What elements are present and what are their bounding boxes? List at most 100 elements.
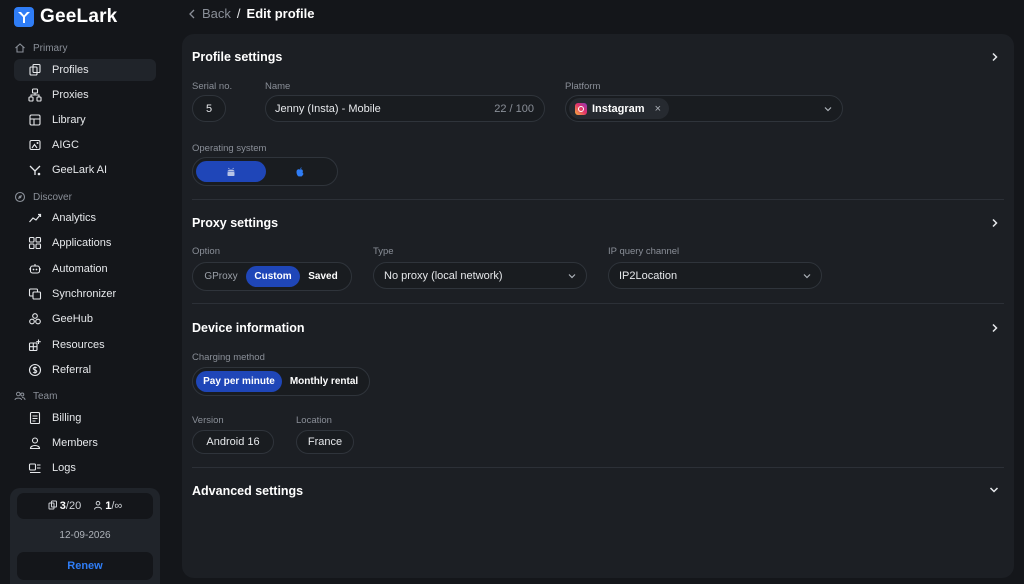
android-icon <box>227 167 235 176</box>
sidebar-item-label: AIGC <box>52 139 79 151</box>
breadcrumb-separator: / <box>236 6 241 21</box>
members-icon <box>29 437 41 450</box>
plan-expiry-date: 12-09-2026 <box>59 530 111 541</box>
sidebar-item-resources[interactable]: Resources <box>14 334 156 356</box>
sidebar-item-library[interactable]: Library <box>14 109 156 131</box>
sidebar-item-label: Automation <box>52 263 108 275</box>
platform-value: Instagram <box>592 102 645 115</box>
proxies-icon <box>28 88 42 102</box>
section-team: Team <box>14 390 57 402</box>
proxy-option-saved[interactable]: Saved <box>300 266 346 287</box>
sidebar-item-geehub[interactable]: GeeHub <box>14 308 156 330</box>
section-divider <box>192 467 1004 468</box>
charging-option-monthly-rental[interactable]: Monthly rental <box>282 371 366 392</box>
location-value[interactable]: France <box>296 430 354 454</box>
name-label: Name <box>265 81 291 92</box>
chevron-left-icon <box>189 9 195 18</box>
back-label: Back <box>202 6 231 21</box>
name-input[interactable]: Jenny (Insta) - Mobile 22 / 100 <box>265 95 545 122</box>
serial-label: Serial no. <box>192 81 233 92</box>
section-team-label: Team <box>33 390 58 402</box>
serial-field[interactable]: 5 <box>192 95 226 122</box>
proxy-type-select[interactable]: No proxy (local network) <box>373 262 587 289</box>
version-value[interactable]: Android 16 <box>192 430 274 454</box>
sidebar-item-label: GeeHub <box>52 313 93 325</box>
chevron-down-icon[interactable] <box>989 485 999 495</box>
synchronizer-icon <box>28 288 42 300</box>
geelark-ai-icon <box>29 165 41 176</box>
sidebar-item-analytics[interactable]: Analytics <box>14 207 156 229</box>
os-toggle <box>192 157 338 186</box>
plan-card: 3/20 1/∞ 12-09-2026 Renew <box>10 488 160 584</box>
platform-chip: Instagram × <box>569 98 670 119</box>
ip-channel-select[interactable]: IP2Location <box>608 262 822 289</box>
renew-button[interactable]: Renew <box>17 552 153 580</box>
sidebar-item-members[interactable]: Members <box>14 432 156 454</box>
automation-icon <box>29 264 41 274</box>
location-label: Location <box>296 415 332 426</box>
name-char-counter: 22 / 100 <box>494 102 534 115</box>
back-link[interactable]: Back <box>188 6 231 21</box>
sidebar-item-synchronizer[interactable]: Synchronizer <box>14 283 156 305</box>
proxy-option-label: Option <box>192 246 220 257</box>
chevron-right-icon[interactable] <box>990 323 1000 333</box>
chevron-right-icon[interactable] <box>990 52 1000 62</box>
proxy-option-gproxy[interactable]: GProxy <box>196 266 246 287</box>
profiles-icon <box>48 500 57 510</box>
sidebar-item-aigc[interactable]: AIGC <box>14 134 156 156</box>
sidebar-item-applications[interactable]: Applications <box>14 232 156 254</box>
ip-channel-value: IP2Location <box>619 269 678 282</box>
ip-channel-label: IP query channel <box>608 246 680 257</box>
app-logo[interactable]: GeeLark <box>14 6 117 28</box>
sidebar-item-label: Analytics <box>52 212 97 224</box>
proxy-type-label: Type <box>373 246 394 257</box>
apple-icon <box>296 166 304 176</box>
proxy-option-toggle: GProxy Custom Saved <box>192 262 352 291</box>
sidebar-item-label: Profiles <box>52 64 89 76</box>
platform-select[interactable]: Instagram × <box>565 95 843 122</box>
section-primary-label: Primary <box>33 42 68 54</box>
proxy-type-value: No proxy (local network) <box>384 269 503 282</box>
profile-settings-title[interactable]: Profile settings <box>192 50 282 64</box>
sidebar-item-label: Synchronizer <box>52 288 117 300</box>
edit-profile-panel: Profile settings Serial no. 5 Name Jenny… <box>182 34 1014 578</box>
advanced-settings-title[interactable]: Advanced settings <box>192 484 303 498</box>
team-icon <box>14 391 26 401</box>
sidebar-item-label: Billing <box>52 412 82 424</box>
remove-platform-icon[interactable]: × <box>655 103 661 115</box>
sidebar-item-referral[interactable]: Referral <box>14 359 156 381</box>
sidebar-item-label: GeeLark AI <box>52 164 108 176</box>
member-icon <box>94 500 103 510</box>
sidebar-item-geelark-ai[interactable]: GeeLark AI <box>14 159 156 181</box>
sidebar-item-automation[interactable]: Automation <box>14 258 156 280</box>
chevron-right-icon[interactable] <box>990 218 1000 228</box>
charging-method-label: Charging method <box>192 352 265 363</box>
app-name: GeeLark <box>40 6 118 27</box>
compass-icon <box>14 191 26 203</box>
proxy-option-custom[interactable]: Custom <box>246 266 300 287</box>
breadcrumb: Back / Edit profile <box>188 6 314 21</box>
sidebar-item-logs[interactable]: Logs <box>14 457 156 479</box>
aigc-icon <box>29 139 41 151</box>
sidebar-item-profiles[interactable]: Profiles <box>14 59 156 81</box>
geehub-icon <box>29 313 41 325</box>
profiles-total: /20 <box>65 500 82 512</box>
section-divider <box>192 199 1004 200</box>
dollar-icon <box>28 363 42 377</box>
device-info-title[interactable]: Device information <box>192 321 305 335</box>
sidebar-item-label: Logs <box>52 462 76 474</box>
os-option-ios[interactable] <box>266 161 334 182</box>
sidebar: GeeLark Primary Profiles Proxies Library… <box>0 0 168 584</box>
chevron-down-icon <box>824 107 832 112</box>
sidebar-item-billing[interactable]: Billing <box>14 407 156 429</box>
charging-method-toggle: Pay per minute Monthly rental <box>192 367 370 396</box>
sidebar-item-label: Applications <box>52 237 112 249</box>
sidebar-item-proxies[interactable]: Proxies <box>14 84 156 106</box>
charging-option-pay-per-minute[interactable]: Pay per minute <box>196 371 282 392</box>
sidebar-item-label: Proxies <box>52 89 89 101</box>
serial-value: 5 <box>205 102 213 115</box>
os-option-android[interactable] <box>196 161 266 182</box>
sidebar-item-label: Members <box>52 437 98 449</box>
proxy-settings-title[interactable]: Proxy settings <box>192 216 278 230</box>
plan-usage: 3/20 1/∞ <box>17 493 153 519</box>
